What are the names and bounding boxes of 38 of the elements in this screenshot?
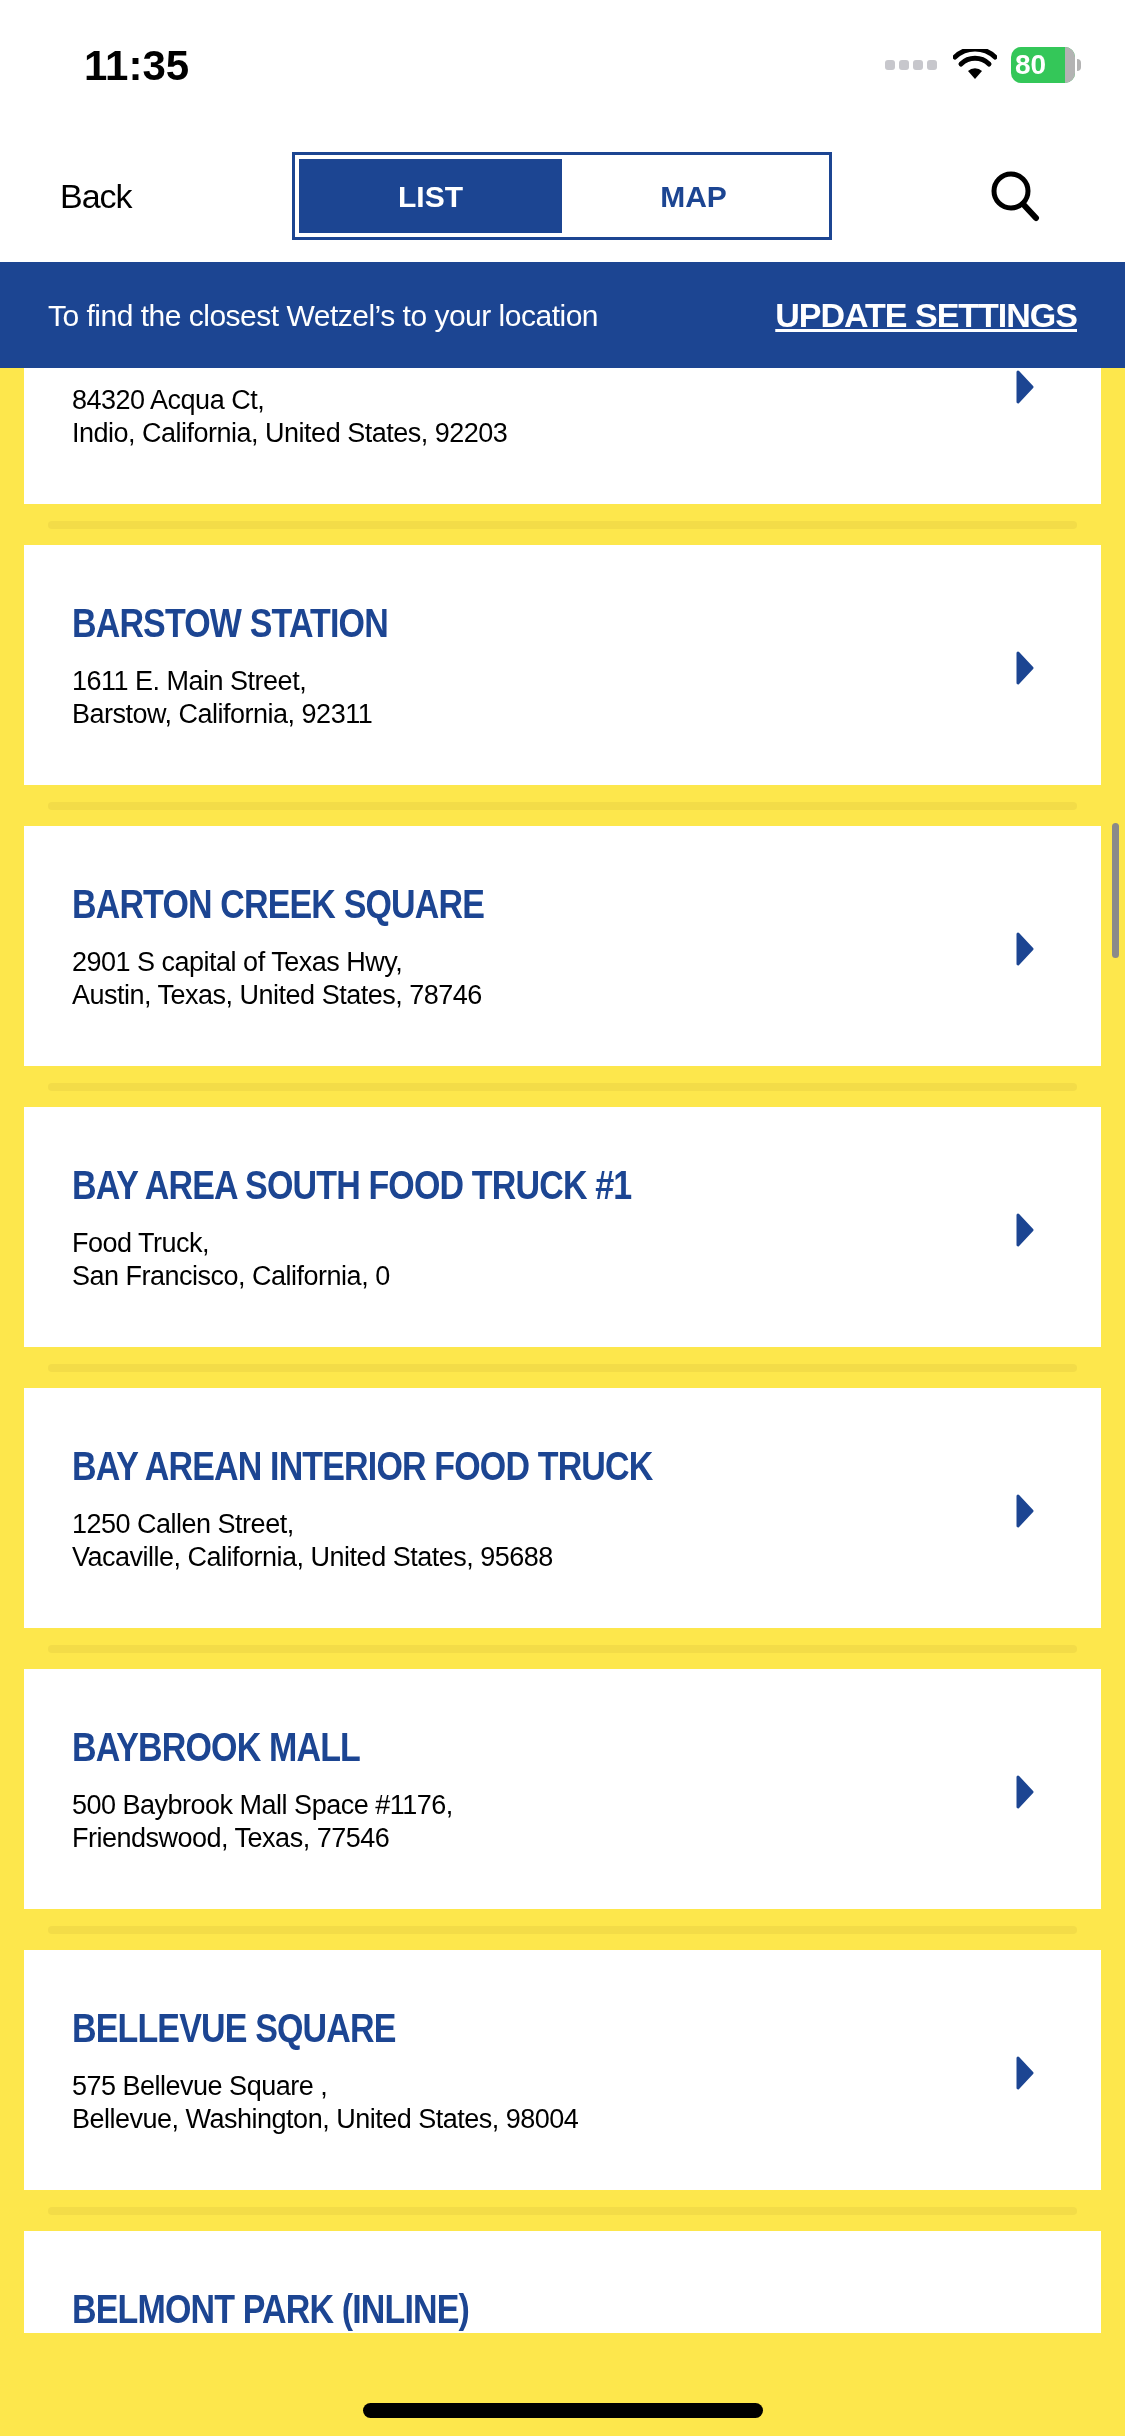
- segment-tab[interactable]: LIST: [299, 159, 562, 233]
- search-icon[interactable]: [990, 170, 1040, 222]
- store-card[interactable]: BAY AREAN INTERIOR FOOD TRUCK 1250 Callen Street, Vacaville, California, United States, 95688: [24, 1388, 1101, 1628]
- chevron-right-icon: [1016, 2056, 1034, 2090]
- store-name: BELLEVUE SQUARE: [72, 2008, 397, 2048]
- store-address: 2901 S capital of Texas Hwy, Austin, Texas, United States, 78746: [72, 946, 483, 1012]
- store-card[interactable]: 84320 Acqua Ct, Indio, California, United States, 92203: [24, 368, 1101, 504]
- store-name: BELMONT PARK (INLINE): [72, 2289, 470, 2329]
- chevron-right-icon: [1016, 1775, 1034, 1809]
- store-address: Food Truck, San Francisco, California, 0: [72, 1227, 391, 1293]
- store-address: 1250 Callen Street, Vacaville, California, United States, 95688: [72, 1508, 554, 1574]
- store-card[interactable]: BELMONT PARK (INLINE): [24, 2231, 1101, 2333]
- store-card[interactable]: BELLEVUE SQUARE 575 Bellevue Square , Bellevue, Washington, United States, 98004: [24, 1950, 1101, 2190]
- wifi-icon: [953, 49, 997, 81]
- status-time: 11:35: [84, 40, 190, 91]
- store-address: 500 Baybrook Mall Space #1176, Friendswood, Texas, 77546: [72, 1789, 453, 1855]
- chevron-right-icon: [1016, 651, 1034, 685]
- banner-message: To find the closest Wetzel’s to your location: [48, 297, 599, 334]
- store-name: BAYBROOK MALL: [72, 1727, 362, 1767]
- cellular-signal-icon: [885, 58, 939, 72]
- store-card[interactable]: BARTON CREEK SQUARE 2901 S capital of Texas Hwy, Austin, Texas, United States, 78746: [24, 826, 1101, 1066]
- battery-indicator: 80: [1011, 47, 1081, 83]
- store-card[interactable]: BARSTOW STATION 1611 E. Main Street, Barstow, California, 92311: [24, 545, 1101, 785]
- store-address: 575 Bellevue Square , Bellevue, Washington, United States, 98004: [72, 2070, 579, 2136]
- store-name: BARTON CREEK SQUARE: [72, 884, 485, 924]
- store-card[interactable]: BAYBROOK MALL 500 Baybrook Mall Space #1176, Friendswood, Texas, 77546: [24, 1669, 1101, 1909]
- store-name: BARSTOW STATION: [72, 603, 388, 643]
- chevron-right-icon: [1016, 370, 1034, 404]
- update-settings-link[interactable]: UPDATE SETTINGS: [775, 289, 1077, 341]
- store-address: 84320 Acqua Ct, Indio, California, United States, 92203: [72, 384, 508, 450]
- chevron-right-icon: [1016, 932, 1034, 966]
- back-button[interactable]: Back: [60, 170, 132, 222]
- chevron-right-icon: [1016, 1213, 1034, 1247]
- store-address: 1611 E. Main Street, Barstow, California, 92311: [72, 665, 374, 731]
- store-card[interactable]: BAY AREA SOUTH FOOD TRUCK #1 Food Truck, San Francisco, California, 0: [24, 1107, 1101, 1347]
- chevron-right-icon: [1016, 1494, 1034, 1528]
- store-name: BAY AREA SOUTH FOOD TRUCK #1: [72, 1165, 632, 1205]
- store-name: BAY AREAN INTERIOR FOOD TRUCK: [72, 1446, 653, 1486]
